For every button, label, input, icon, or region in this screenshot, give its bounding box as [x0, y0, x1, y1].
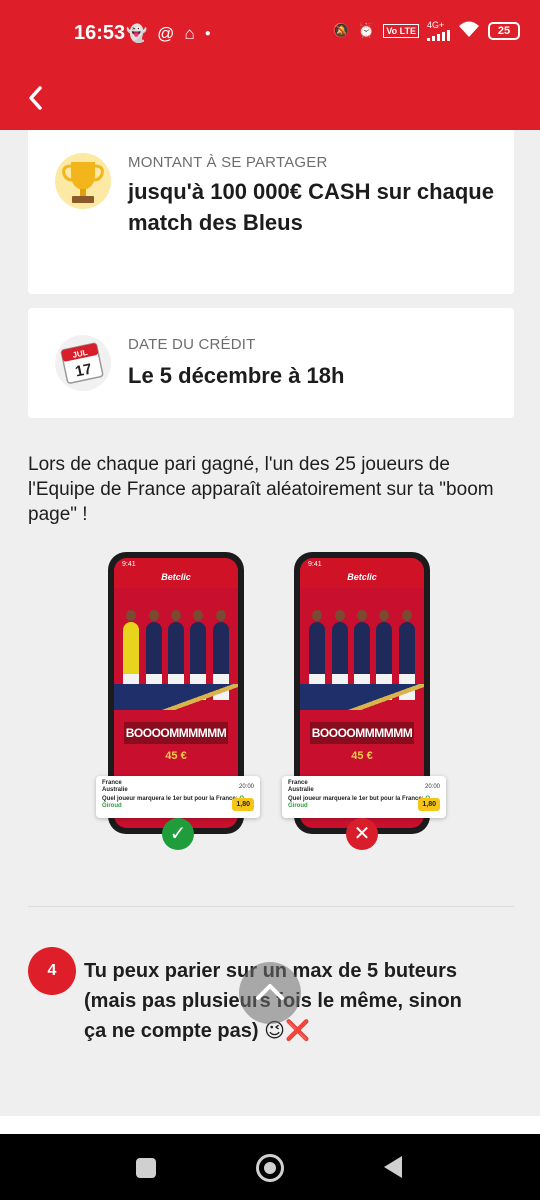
- description-text: Lors de chaque pari gagné, l'un des 25 j…: [28, 454, 494, 525]
- network-label: 4G+: [427, 19, 445, 30]
- date-card: JUL 17 DATE DU CRÉDIT Le 5 décembre à 18…: [28, 308, 514, 418]
- system-nav-bar: [0, 1134, 540, 1200]
- boom-page-illustration: 9:41 Betclic BOOOOMMMMMM 45 € France Aust…: [28, 530, 514, 870]
- signal-icon: [427, 29, 450, 41]
- calendar-day: 17: [74, 360, 94, 380]
- brand-logo: Betclic: [161, 572, 191, 582]
- wifi-icon: [458, 20, 480, 41]
- snapchat-icon: 👻: [126, 24, 148, 43]
- divider: [28, 906, 514, 907]
- boom-banner: BOOOOMMMMMM: [124, 722, 228, 744]
- odd-badge: 1,80: [232, 798, 254, 811]
- airbnb-icon: ⌂: [184, 24, 195, 43]
- prize-card: MONTANT À SE PARTAGER jusqu'à 100 000€ C…: [28, 130, 514, 294]
- back-triangle-icon[interactable]: [384, 1156, 402, 1178]
- battery-icon: 25: [488, 21, 520, 40]
- phone-time: 9:41: [122, 561, 136, 568]
- threads-icon: @: [157, 24, 175, 43]
- trophy-icon: [54, 152, 112, 210]
- system-status-icons: 🔕 ⏰ Vo LTE 4G+ 25: [332, 20, 520, 41]
- prize-label: MONTANT À SE PARTAGER: [128, 154, 328, 171]
- chevron-left-icon: [29, 86, 42, 110]
- recent-apps-icon[interactable]: [136, 1158, 156, 1178]
- content-bottom: [0, 1116, 540, 1134]
- bet-card: France Australie 20:00 Quel joueur marque…: [282, 776, 446, 818]
- date-label: DATE DU CRÉDIT: [128, 336, 256, 353]
- step-number-badge: 4: [28, 947, 76, 995]
- back-button[interactable]: [18, 78, 54, 118]
- calendar-icon: JUL 17: [54, 334, 112, 392]
- phone-time: 9:41: [308, 561, 322, 568]
- status-bar: 16:53 👻 @ ⌂ ● 🔕 ⏰ Vo LTE 4G+ 25: [0, 0, 540, 70]
- mute-icon: 🔕: [332, 22, 350, 38]
- lte-badge: Vo LTE: [383, 23, 419, 38]
- boom-amount: 45 €: [351, 750, 373, 762]
- cross-icon: ✕: [346, 818, 378, 850]
- check-icon: ✓: [162, 818, 194, 850]
- notification-icons: 👻 @ ⌂ ●: [126, 20, 211, 48]
- home-icon[interactable]: [256, 1154, 284, 1182]
- chevron-up-icon: [256, 984, 284, 1000]
- dot-icon: ●: [204, 28, 211, 39]
- prize-value: jusqu'à 100 000€ CASH sur chaque match d…: [128, 179, 494, 235]
- boom-banner: BOOOOMMMMMM: [310, 722, 414, 744]
- scroll-to-top-button[interactable]: [239, 962, 301, 1024]
- odd-badge: 1,80: [418, 798, 440, 811]
- brand-logo: Betclic: [347, 572, 377, 582]
- app-header: [0, 70, 540, 130]
- bet-card: France Australie 20:00 Quel joueur marque…: [96, 776, 260, 818]
- date-value: Le 5 décembre à 18h: [128, 363, 345, 388]
- boom-amount: 45 €: [165, 750, 187, 762]
- status-time: 16:53: [74, 22, 126, 44]
- alarm-icon: ⏰: [357, 22, 376, 38]
